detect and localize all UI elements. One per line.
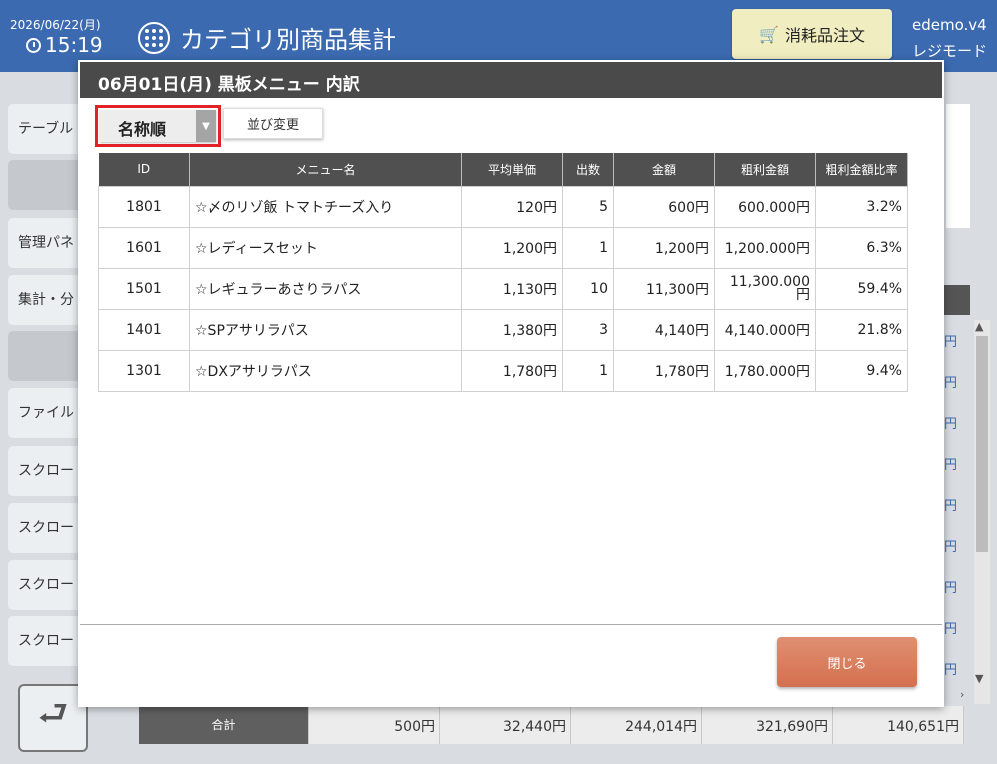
scroll-up-icon[interactable]: ▲ bbox=[975, 320, 983, 333]
background-column-header bbox=[944, 285, 970, 315]
background-cell: 円 bbox=[944, 335, 958, 350]
cell-id: 1301 bbox=[98, 349, 190, 392]
column-header-amount[interactable]: 金額 bbox=[613, 153, 715, 186]
totals-cell: 32,440円 bbox=[440, 706, 571, 744]
cell-quantity: 5 bbox=[562, 185, 614, 228]
cell-id: 1601 bbox=[98, 226, 190, 269]
scrollbar-thumb[interactable] bbox=[976, 336, 988, 552]
totals-row: 合計 500円 32,440円 244,014円 321,690円 140,65… bbox=[139, 706, 964, 744]
page-title-text: カテゴリ別商品集計 bbox=[180, 26, 396, 54]
cell-id: 1801 bbox=[98, 185, 190, 228]
user-name: edemo.v4 bbox=[912, 16, 987, 34]
totals-cell: 321,690円 bbox=[702, 706, 833, 744]
cell-gross-profit: 4,140.000円 bbox=[714, 308, 816, 351]
totals-cell: 244,014円 bbox=[571, 706, 702, 744]
sort-order-value: 名称順 bbox=[118, 120, 167, 139]
background-cell: 円 bbox=[944, 417, 958, 432]
cell-quantity: 1 bbox=[562, 349, 614, 392]
background-cell: 円 bbox=[944, 499, 958, 514]
back-arrow-icon: ⮐ bbox=[37, 693, 69, 734]
scroll-down-icon[interactable]: ▼ bbox=[975, 672, 983, 685]
table-row[interactable]: 1401 ☆SPアサリラパス 1,380円 3 4,140円 4,140.000… bbox=[98, 308, 908, 351]
clock-icon bbox=[26, 37, 41, 53]
background-cell: 円 bbox=[944, 540, 958, 555]
cell-avg-price: 1,780円 bbox=[461, 349, 563, 392]
cell-menu-name: ☆DXアサリラパス bbox=[189, 349, 462, 392]
cell-avg-price: 1,130円 bbox=[461, 267, 563, 310]
header-time: 15:19 bbox=[26, 33, 103, 57]
dialog-divider bbox=[80, 624, 942, 625]
cell-amount: 600円 bbox=[613, 185, 715, 228]
table-row[interactable]: 1301 ☆DXアサリラパス 1,780円 1 1,780円 1,780.000… bbox=[98, 349, 908, 392]
cell-avg-price: 1,200円 bbox=[461, 226, 563, 269]
background-cell: 円 bbox=[944, 581, 958, 596]
table-header-row: ID メニュー名 平均単価 出数 金額 粗利金額 粗利金額比率 bbox=[98, 153, 908, 186]
background-cell: 円 bbox=[944, 622, 958, 637]
supplies-order-button[interactable]: 🛒 消耗品注文 bbox=[732, 9, 892, 59]
header-time-text: 15:19 bbox=[45, 33, 103, 57]
dialog-title: 06月01日(月) 黒板メニュー 内訳 bbox=[80, 62, 942, 98]
cell-menu-name: ☆SPアサリラパス bbox=[189, 308, 462, 351]
column-header-menu-name[interactable]: メニュー名 bbox=[189, 153, 462, 186]
background-panel bbox=[946, 104, 970, 228]
sort-order-select[interactable]: 名称順 ▼ bbox=[100, 110, 216, 142]
cell-gross-profit: 1,780.000円 bbox=[714, 349, 816, 392]
cell-profit-ratio: 9.4% bbox=[815, 349, 908, 392]
chevron-down-icon[interactable]: ▼ bbox=[196, 110, 216, 142]
cell-avg-price: 1,380円 bbox=[461, 308, 563, 351]
page-title: カテゴリ別商品集計 bbox=[138, 20, 396, 55]
cell-id: 1501 bbox=[98, 267, 190, 310]
totals-label: 合計 bbox=[139, 706, 309, 744]
column-header-profit-ratio[interactable]: 粗利金額比率 bbox=[815, 153, 908, 186]
breakdown-dialog: 06月01日(月) 黒板メニュー 内訳 名称順 ▼ 並び変更 ID メニュー名 … bbox=[78, 60, 944, 707]
background-cell: 円 bbox=[944, 458, 958, 473]
sort-select-highlight: 名称順 ▼ bbox=[95, 105, 221, 147]
scroll-right-icon[interactable]: › bbox=[960, 688, 964, 701]
cell-profit-ratio: 6.3% bbox=[815, 226, 908, 269]
supplies-order-label: 消耗品注文 bbox=[784, 26, 865, 45]
totals-cell: 140,651円 bbox=[833, 706, 964, 744]
close-button[interactable]: 閉じる bbox=[777, 637, 917, 687]
cell-amount: 4,140円 bbox=[613, 308, 715, 351]
cell-amount: 1,200円 bbox=[613, 226, 715, 269]
column-header-id[interactable]: ID bbox=[98, 153, 190, 186]
totals-cell: 500円 bbox=[309, 706, 440, 744]
header-date: 2026/06/22(月) bbox=[10, 18, 101, 32]
cell-avg-price: 120円 bbox=[461, 185, 563, 228]
cell-quantity: 10 bbox=[562, 267, 614, 310]
cell-menu-name: ☆〆のリゾ飯 トマトチーズ入り bbox=[189, 185, 462, 228]
column-header-gross-profit[interactable]: 粗利金額 bbox=[714, 153, 816, 186]
breakdown-table: ID メニュー名 平均単価 出数 金額 粗利金額 粗利金額比率 1801 ☆〆の… bbox=[98, 153, 908, 392]
cart-icon: 🛒 bbox=[759, 24, 779, 44]
column-header-quantity[interactable]: 出数 bbox=[562, 153, 614, 186]
cell-amount: 1,780円 bbox=[613, 349, 715, 392]
cell-gross-profit: 11,300.000円 bbox=[714, 267, 816, 310]
cell-gross-profit: 600.000円 bbox=[714, 185, 816, 228]
background-cell: 円 bbox=[944, 663, 958, 678]
cell-gross-profit: 1,200.000円 bbox=[714, 226, 816, 269]
register-mode: レジモード bbox=[912, 42, 988, 60]
cell-quantity: 3 bbox=[562, 308, 614, 351]
cell-id: 1401 bbox=[98, 308, 190, 351]
table-row[interactable]: 1501 ☆レギュラーあさりラパス 1,130円 10 11,300円 11,3… bbox=[98, 267, 908, 310]
cell-menu-name: ☆レギュラーあさりラパス bbox=[189, 267, 462, 310]
reorder-button[interactable]: 並び変更 bbox=[223, 108, 323, 139]
cell-menu-name: ☆レディースセット bbox=[189, 226, 462, 269]
cell-quantity: 1 bbox=[562, 226, 614, 269]
cell-profit-ratio: 59.4% bbox=[815, 267, 908, 310]
cell-profit-ratio: 21.8% bbox=[815, 308, 908, 351]
table-row[interactable]: 1601 ☆レディースセット 1,200円 1 1,200円 1,200.000… bbox=[98, 226, 908, 269]
background-cell: 円 bbox=[944, 376, 958, 391]
menu-grid-icon[interactable] bbox=[138, 21, 170, 54]
cell-amount: 11,300円 bbox=[613, 267, 715, 310]
cell-profit-ratio: 3.2% bbox=[815, 185, 908, 228]
table-row[interactable]: 1801 ☆〆のリゾ飯 トマトチーズ入り 120円 5 600円 600.000… bbox=[98, 185, 908, 228]
column-header-avg-price[interactable]: 平均単価 bbox=[461, 153, 563, 186]
